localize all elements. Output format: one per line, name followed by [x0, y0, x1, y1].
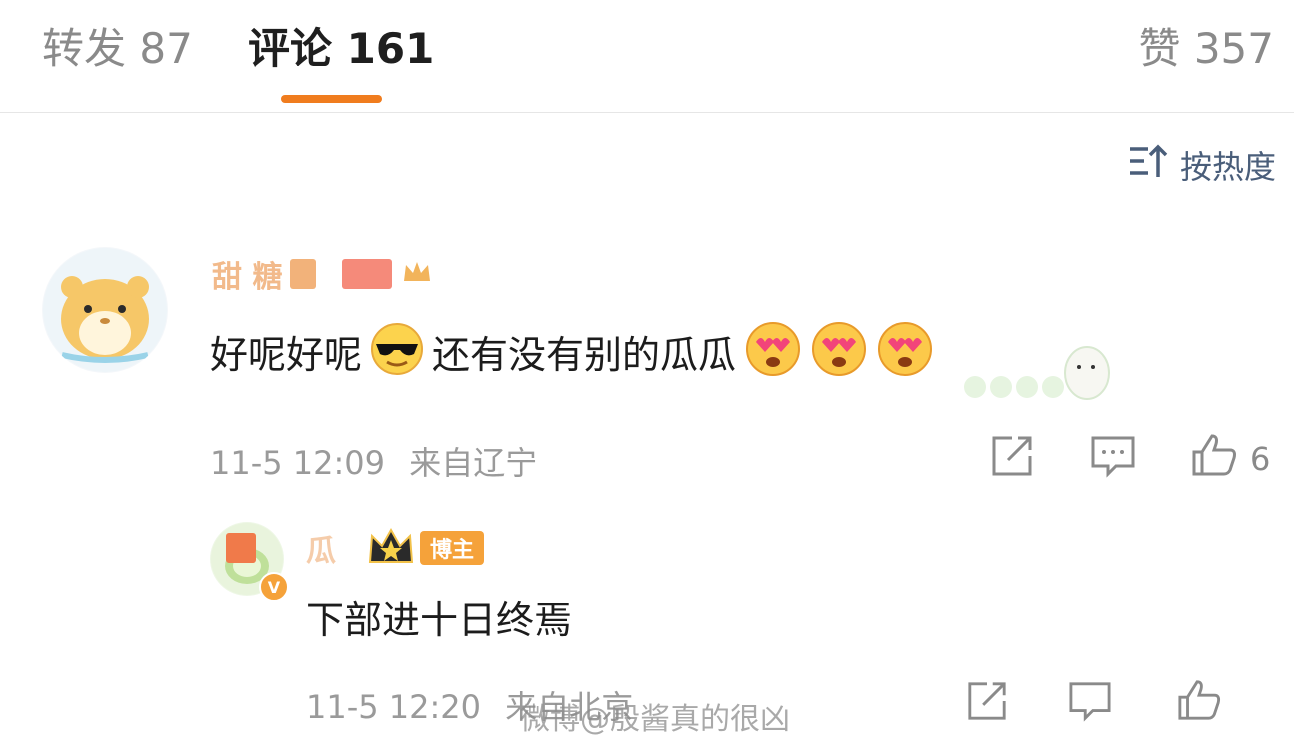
- comment-text: 下部进十日终焉: [306, 598, 573, 642]
- share-icon: [966, 680, 1008, 730]
- active-tab-indicator: [281, 95, 382, 103]
- share-icon: [990, 434, 1034, 486]
- comment-location: 来自辽宁: [409, 444, 538, 482]
- verified-mark: V: [267, 577, 281, 597]
- tab-comments[interactable]: 评论 161: [248, 22, 434, 76]
- sunglasses-emoji-icon: [370, 322, 424, 387]
- like-button[interactable]: 6: [1190, 432, 1270, 486]
- heart-eyes-emoji-icon: [744, 320, 802, 389]
- avatar[interactable]: [42, 247, 168, 373]
- hamster-avatar-icon: [43, 248, 167, 372]
- comment-username[interactable]: 甜 糖: [212, 254, 432, 295]
- redaction-block: [342, 259, 393, 289]
- comment-timestamp: 11-5 12:09: [210, 444, 386, 482]
- comment-username[interactable]: 瓜 博主: [226, 527, 485, 569]
- redaction-block: [290, 259, 317, 289]
- cat-sticker-icon: [955, 335, 1115, 409]
- comment-text-part: 好呢好呢: [210, 332, 363, 377]
- heart-eyes-emoji-icon: [876, 320, 934, 389]
- tab-likes[interactable]: 赞 357: [1138, 22, 1274, 76]
- comment-timestamp: 11-5 12:20: [306, 688, 482, 726]
- reply-button[interactable]: [1090, 434, 1136, 486]
- repost-button[interactable]: [966, 680, 1008, 730]
- like-count: 6: [1250, 440, 1271, 478]
- crown-icon: [366, 524, 416, 572]
- comment-icon: [1068, 680, 1112, 730]
- thumbs-up-icon: [1190, 432, 1238, 486]
- author-badge: 博主: [420, 531, 485, 565]
- comment-tabs: 转发 87 评论 161 赞 357: [0, 0, 1294, 113]
- crown-small-icon: [402, 259, 432, 289]
- comment-text-part: 还有没有别的瓜瓜: [432, 332, 737, 377]
- like-button[interactable]: [1176, 678, 1222, 730]
- tab-repost[interactable]: 转发 87: [42, 22, 193, 76]
- repost-button[interactable]: [990, 434, 1034, 486]
- sort-by-hot-button[interactable]: 按热度: [1128, 142, 1276, 188]
- reply-button[interactable]: [1068, 680, 1112, 730]
- comment-text: 好呢好呢 还有没有别的瓜瓜: [210, 320, 934, 389]
- username-text: 甜 糖: [212, 260, 283, 295]
- verified-badge: V: [259, 572, 289, 602]
- sort-icon: [1128, 143, 1168, 187]
- comment-meta: 11-5 12:09 来自辽宁: [210, 438, 537, 484]
- comment-icon: [1090, 434, 1136, 486]
- sort-label: 按热度: [1179, 148, 1276, 186]
- thumbs-up-icon: [1176, 678, 1222, 730]
- username-text: 瓜: [306, 534, 336, 569]
- watermark: 微博@殷酱真的很凶: [520, 702, 790, 737]
- redaction-block: [226, 533, 256, 563]
- heart-eyes-emoji-icon: [810, 320, 868, 389]
